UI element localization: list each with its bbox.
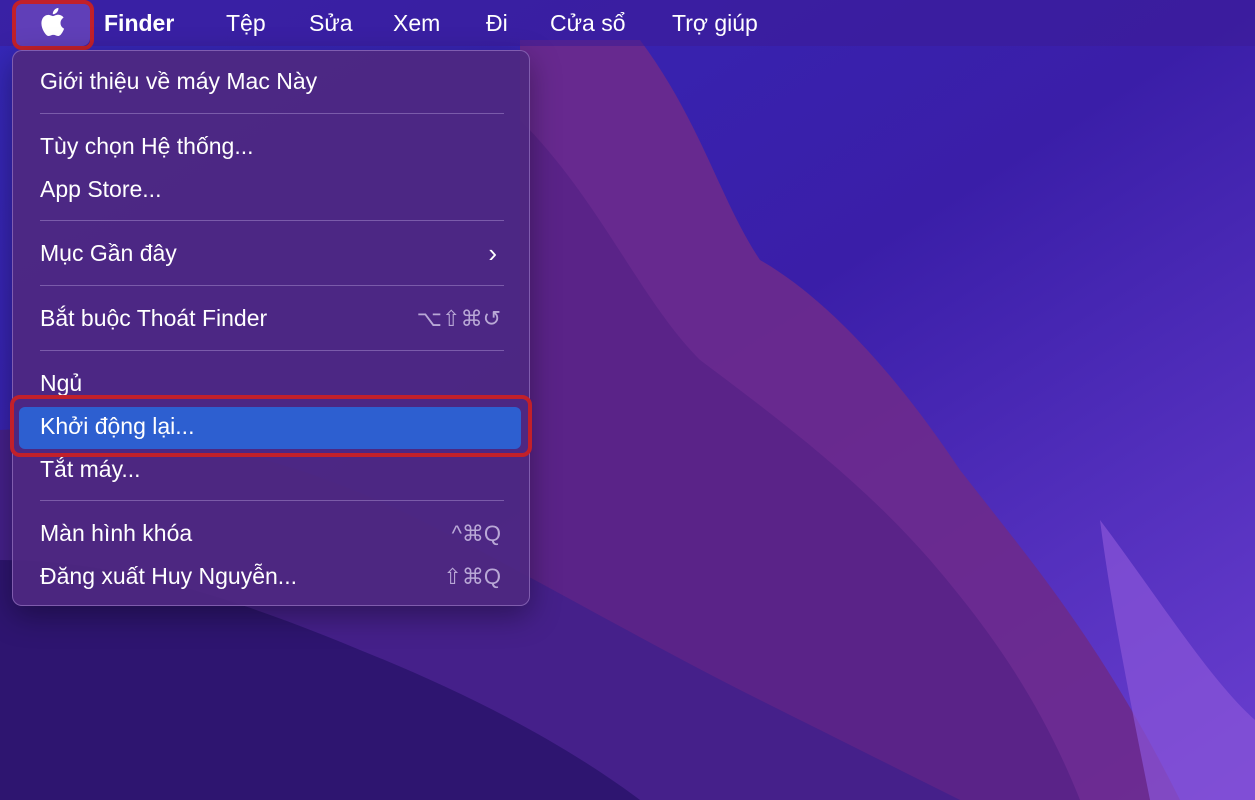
menu-item-label: Màn hình khóa [40,520,193,546]
keyboard-shortcut: ^⌘Q [451,521,501,546]
menu-item-label: App Store... [40,176,162,202]
menu-separator [40,113,504,114]
menu-bar: Finder Tệp Sửa Xem Đi Cửa sổ Trợ giúp [0,0,1255,50]
menubar-go[interactable]: Đi [486,0,508,46]
menubar-view[interactable]: Xem [393,0,440,46]
menu-item-recent-items[interactable]: Mục Gần đây › [13,232,529,275]
menu-separator [40,285,504,286]
menu-item-lock-screen[interactable]: Màn hình khóa ^⌘Q [13,512,529,555]
menu-item-logout[interactable]: Đăng xuất Huy Nguyễn... ⇧⌘Q [13,555,529,598]
menubar-app-finder[interactable]: Finder [104,0,174,46]
apple-dropdown-menu: Giới thiệu về máy Mac Này Tùy chọn Hệ th… [12,50,530,606]
keyboard-shortcut: ⇧⌘Q [443,564,501,589]
menu-item-label: Mục Gần đây [40,240,177,266]
menu-separator [40,220,504,221]
menu-item-force-quit[interactable]: Bắt buộc Thoát Finder ⌥⇧⌘↺ [13,297,529,340]
menubar-window[interactable]: Cửa sổ [550,0,625,46]
apple-menu-highlight-box [12,0,94,50]
chevron-right-icon: › [488,238,497,268]
menubar-file[interactable]: Tệp [226,0,266,46]
menu-item-label: Giới thiệu về máy Mac Này [40,68,318,94]
keyboard-shortcut: ⌥⇧⌘↺ [416,306,501,331]
menu-item-app-store[interactable]: App Store... [13,168,529,211]
menu-item-label: Đăng xuất Huy Nguyễn... [40,563,297,589]
restart-highlight-box [10,395,532,457]
menu-item-system-preferences[interactable]: Tùy chọn Hệ thống... [13,125,529,168]
menu-item-label: Bắt buộc Thoát Finder [40,305,268,331]
menu-item-label: Tùy chọn Hệ thống... [40,133,254,159]
menu-separator [40,350,504,351]
menubar-help[interactable]: Trợ giúp [672,0,758,46]
menu-separator [40,500,504,501]
menubar-edit[interactable]: Sửa [309,0,353,46]
menu-item-about-this-mac[interactable]: Giới thiệu về máy Mac Này [13,60,529,103]
